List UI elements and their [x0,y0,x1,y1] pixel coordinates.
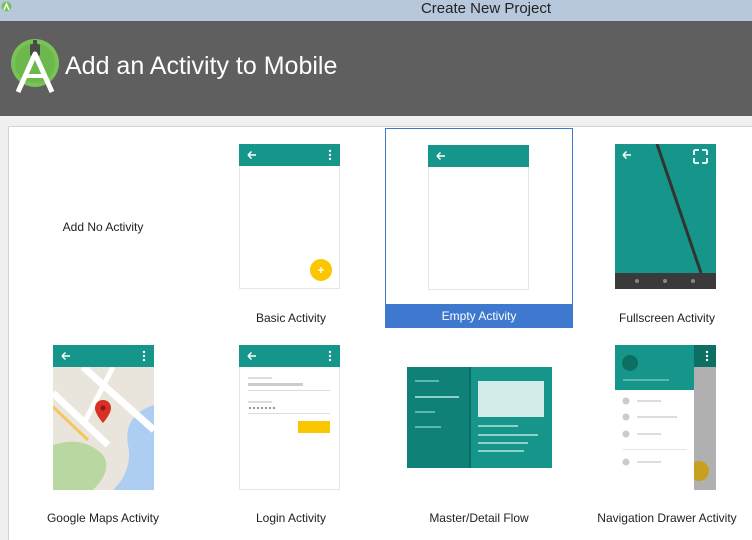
activity-tile-empty-activity[interactable]: Empty Activity [385,128,573,328]
login-activity-thumbnail [239,345,340,490]
activity-tile-add-no-activity[interactable]: Add No Activity [9,128,197,328]
activity-tile-fullscreen-activity[interactable]: Fullscreen Activity [573,128,752,328]
avatar [622,355,638,371]
activity-tile-basic-activity[interactable]: Basic Activity [197,128,385,328]
android-studio-logo-icon [11,39,59,94]
navigation-drawer-activity-thumbnail [615,345,716,490]
empty-activity-thumbnail [428,145,529,290]
google-maps-activity-thumbnail [53,345,155,490]
activity-label: Navigation Drawer Activity [597,511,737,525]
activity-label: Add No Activity [62,220,144,234]
activity-tile-login-activity[interactable]: Login Activity [197,331,385,531]
wizard-header: Add an Activity to Mobile [0,21,752,116]
activity-label: Master/Detail Flow [429,511,529,525]
activity-label: Login Activity [255,511,327,525]
activity-tile-google-maps-activity[interactable]: Google Maps Activity [9,331,197,531]
activity-label: Google Maps Activity [46,511,160,525]
activity-tile-navigation-drawer-activity[interactable]: Navigation Drawer Activity [573,331,752,531]
activity-tile-master-detail-flow[interactable]: Master/Detail Flow [385,331,573,531]
activity-label: Empty Activity [386,304,572,328]
activity-gallery: Add No Activity Basic Activity Empty Act… [8,126,752,540]
page-title: Add an Activity to Mobile [65,52,338,80]
activity-label: Fullscreen Activity [618,311,716,325]
window-title: Create New Project [420,0,552,17]
activity-label: Basic Activity [255,311,327,325]
fullscreen-activity-thumbnail [615,144,716,289]
window-titlebar: Create New Project [0,0,752,21]
master-detail-flow-thumbnail [407,367,552,468]
basic-activity-thumbnail [239,144,340,289]
